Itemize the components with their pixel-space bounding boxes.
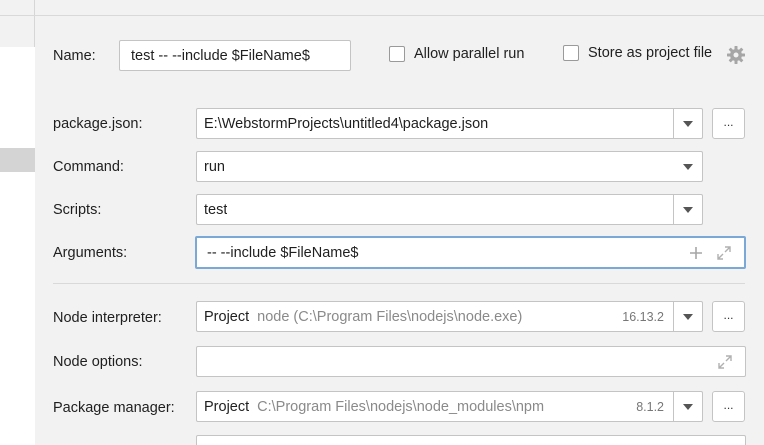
arguments-label: Arguments:	[53, 245, 128, 261]
gear-icon[interactable]	[726, 45, 746, 65]
browse-package-json-button[interactable]: ...	[712, 108, 745, 139]
node-interpreter-path: node (C:\Program Files\nodejs\node.exe)	[257, 308, 523, 325]
browse-package-manager-button[interactable]: ...	[712, 391, 745, 422]
toolbar-divider	[0, 15, 35, 16]
plus-icon[interactable]	[688, 245, 704, 261]
expand-icon[interactable]	[717, 354, 733, 370]
section-divider	[53, 283, 745, 284]
scripts-label: Scripts:	[53, 202, 102, 218]
scripts-combobox[interactable]: test	[196, 194, 703, 225]
package-manager-path: C:\Program Files\nodejs\node_modules\npm	[257, 398, 545, 415]
node-options-label: Node options:	[53, 354, 143, 370]
store-as-project-file-checkbox[interactable]: Store as project file	[563, 45, 712, 61]
name-input[interactable]: test -- --include $FileName$	[119, 40, 351, 71]
node-options-input[interactable]	[196, 346, 746, 377]
arguments-value: -- --include $FileName$	[207, 244, 359, 261]
configurations-list[interactable]	[0, 47, 35, 445]
command-label: Command:	[53, 159, 124, 175]
allow-parallel-run-box[interactable]	[389, 46, 405, 62]
configurations-list-pane	[0, 0, 35, 445]
run-configuration-dialog: Name: test -- --include $FileName$ Allow…	[0, 0, 764, 445]
allow-parallel-run-checkbox[interactable]: Allow parallel run	[389, 46, 524, 62]
expand-icon[interactable]	[716, 245, 732, 261]
node-version-badge: 16.13.2	[622, 309, 664, 324]
command-combobox[interactable]: run	[196, 151, 703, 182]
package-json-combobox[interactable]: E:\WebstormProjects\untitled4\package.js…	[196, 108, 703, 139]
chevron-down-icon[interactable]	[673, 109, 702, 138]
node-interpreter-label: Node interpreter:	[53, 310, 162, 326]
node-interpreter-value: Project	[204, 308, 250, 325]
package-manager-label: Package manager:	[53, 400, 175, 416]
store-as-project-file-box[interactable]	[563, 45, 579, 61]
scripts-value: test	[204, 201, 228, 218]
command-value: run	[204, 158, 225, 175]
chevron-down-icon[interactable]	[673, 152, 702, 181]
package-json-label: package.json:	[53, 116, 143, 132]
package-manager-combobox[interactable]: Project C:\Program Files\nodejs\node_mod…	[196, 391, 703, 422]
chevron-down-icon[interactable]	[673, 302, 702, 331]
name-input-value: test -- --include $FileName$	[131, 47, 310, 64]
store-as-project-file-label: Store as project file	[588, 45, 713, 61]
arguments-input[interactable]: -- --include $FileName$	[195, 236, 746, 269]
name-label: Name:	[53, 48, 96, 64]
header-divider	[35, 15, 764, 16]
npm-version-badge: 8.1.2	[636, 399, 664, 414]
node-interpreter-combobox[interactable]: Project node (C:\Program Files\nodejs\no…	[196, 301, 703, 332]
selected-configuration-row[interactable]	[0, 148, 35, 172]
package-manager-value: Project	[204, 398, 250, 415]
package-json-value: E:\WebstormProjects\untitled4\package.js…	[204, 115, 489, 132]
chevron-down-icon[interactable]	[673, 195, 702, 224]
next-field-partial[interactable]	[196, 435, 746, 445]
browse-node-interpreter-button[interactable]: ...	[712, 301, 745, 332]
allow-parallel-run-label: Allow parallel run	[414, 46, 525, 62]
chevron-down-icon[interactable]	[673, 392, 702, 421]
